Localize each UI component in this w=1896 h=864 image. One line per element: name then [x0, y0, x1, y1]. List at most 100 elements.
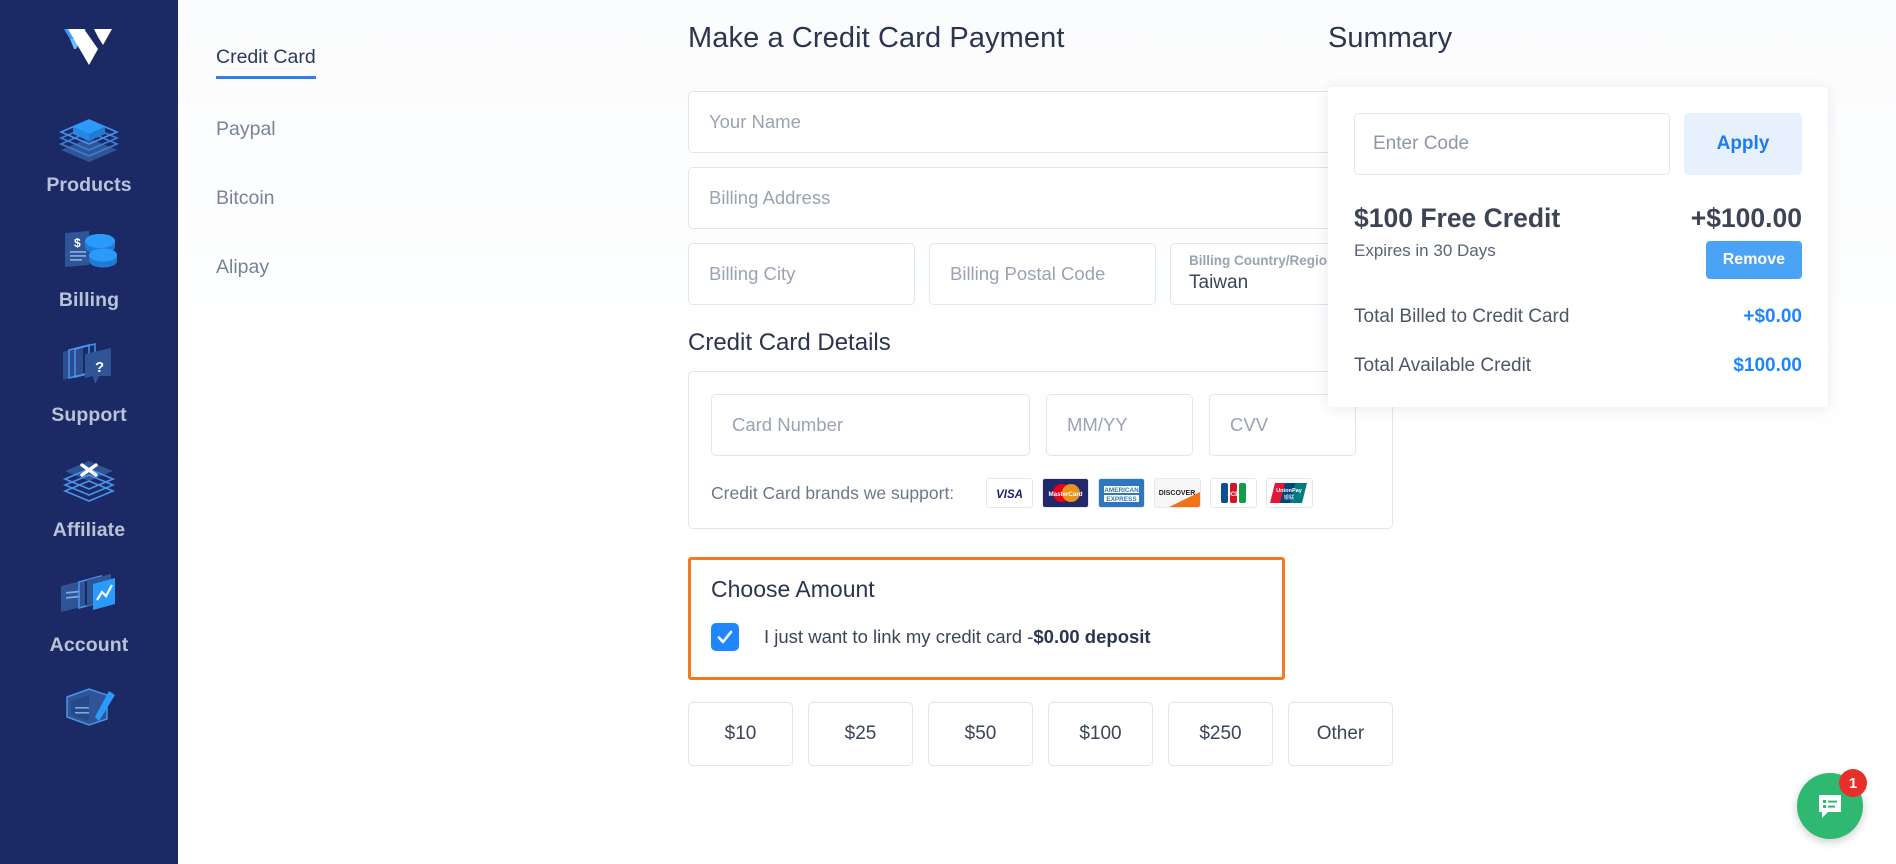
tab-credit-card[interactable]: Credit Card	[216, 46, 406, 118]
sidebar-item-billing[interactable]: $ Billing	[0, 207, 178, 322]
amount-button[interactable]: $250	[1168, 702, 1273, 766]
link-card-checkbox[interactable]	[711, 623, 739, 651]
invoice-coins-icon: $	[53, 221, 125, 281]
apply-button[interactable]: Apply	[1684, 113, 1802, 175]
amount-button[interactable]: $100	[1048, 702, 1153, 766]
billing-city-input[interactable]: Billing City	[688, 243, 915, 305]
promo-code-placeholder: Enter Code	[1373, 133, 1470, 154]
sidebar-item-docs[interactable]	[0, 667, 178, 751]
expiry-placeholder: MM/YY	[1067, 414, 1128, 435]
discover-icon: DISCOVER	[1154, 478, 1202, 508]
sidebar-item-account[interactable]: Account	[0, 552, 178, 667]
promo-code-row: Enter Code Apply	[1354, 113, 1802, 175]
total-available-label: Total Available Credit	[1354, 355, 1532, 376]
tab-label: Bitcoin	[216, 187, 275, 209]
credit-expiry: Expires in 30 Days	[1354, 241, 1496, 260]
sidebar-item-label: Account	[49, 634, 129, 656]
total-available-value: $100.00	[1733, 355, 1802, 376]
address-placeholder: Billing Address	[709, 187, 831, 208]
sidebar: Products $ Billing ? Support Affiliate A…	[0, 0, 178, 864]
unionpay-icon: UnionPay 银联	[1266, 478, 1314, 508]
amount-label: $25	[844, 723, 877, 744]
amex-icon: AMERICAN EXPRESS	[1098, 478, 1146, 508]
amount-button-other[interactable]: Other	[1288, 702, 1393, 766]
payment-form: Make a Credit Card Payment Your Name Bil…	[688, 22, 1393, 766]
brand-logo-list: VISA MasterCard AMERICAN EXPRESS DISCOVE…	[986, 478, 1314, 508]
promo-code-input[interactable]: Enter Code	[1354, 113, 1670, 175]
sidebar-item-label: Billing	[58, 289, 120, 311]
supported-brands-row: Credit Card brands we support: VISA Mast…	[711, 478, 1370, 508]
remove-label: Remove	[1722, 251, 1785, 268]
credit-header: $100 Free Credit +$100.00	[1354, 203, 1802, 234]
book-pen-icon	[53, 673, 125, 733]
sidebar-item-support[interactable]: ? Support	[0, 322, 178, 437]
tab-paypal[interactable]: Paypal	[216, 118, 406, 187]
sidebar-logo[interactable]	[0, 0, 178, 92]
svg-text:JCB: JCB	[1228, 492, 1241, 498]
chat-unread-badge: 1	[1839, 769, 1867, 797]
sidebar-item-label: Support	[51, 404, 127, 426]
svg-text:DISCOVER: DISCOVER	[1159, 490, 1196, 497]
tab-label: Alipay	[216, 256, 270, 278]
svg-text:UnionPay: UnionPay	[1276, 488, 1303, 494]
cards-chart-icon	[53, 566, 125, 626]
name-placeholder: Your Name	[709, 111, 801, 132]
svg-text:MasterCard: MasterCard	[1049, 491, 1083, 498]
total-available-row: Total Available Credit $100.00	[1354, 355, 1802, 377]
amount-label: $250	[1199, 723, 1242, 744]
amount-label: $100	[1079, 723, 1122, 744]
remove-credit-button[interactable]: Remove	[1705, 241, 1802, 279]
amount-button[interactable]: $10	[688, 702, 793, 766]
svg-text:EXPRESS: EXPRESS	[1107, 496, 1138, 503]
payment-method-list: Credit Card Paypal Bitcoin Alipay	[216, 46, 406, 325]
brands-label: Credit Card brands we support:	[711, 482, 955, 503]
total-billed-value: +$0.00	[1743, 306, 1802, 327]
page-root: Products $ Billing ? Support Affiliate A…	[0, 0, 1896, 864]
main-content: Credit Card Paypal Bitcoin Alipay Make a…	[178, 0, 1896, 864]
amount-label: $50	[964, 723, 997, 744]
sidebar-item-label: Products	[46, 174, 132, 196]
check-icon	[717, 630, 733, 644]
credit-name: $100 Free Credit	[1354, 203, 1561, 233]
svg-text:AMERICAN: AMERICAN	[1104, 487, 1139, 494]
amount-button[interactable]: $50	[928, 702, 1033, 766]
layers-cube-icon	[53, 106, 125, 166]
tab-label: Credit Card	[216, 46, 316, 79]
summary-panel: Summary Enter Code Apply $100 Free Credi…	[1328, 22, 1848, 407]
question-cards-icon: ?	[53, 336, 125, 396]
link-card-label: I just want to link my credit card -$0.0…	[764, 626, 1151, 648]
visa-icon: VISA	[986, 478, 1034, 508]
chat-widget-button[interactable]: 1	[1797, 769, 1867, 839]
vultr-logo-icon	[64, 29, 112, 65]
name-input[interactable]: Your Name	[688, 91, 1393, 153]
jcb-icon: JCB	[1210, 478, 1258, 508]
mastercard-icon: MasterCard	[1042, 478, 1090, 508]
sidebar-item-affiliate[interactable]: Affiliate	[0, 437, 178, 552]
billing-address-input[interactable]: Billing Address	[688, 167, 1393, 229]
page-title: Make a Credit Card Payment	[688, 22, 1065, 54]
summary-card: Enter Code Apply $100 Free Credit +$100.…	[1328, 87, 1828, 407]
amount-options: $10 $25 $50 $100 $250 Other	[688, 702, 1393, 766]
svg-text:?: ?	[95, 359, 104, 376]
summary-title: Summary	[1328, 22, 1453, 54]
tab-bitcoin[interactable]: Bitcoin	[216, 187, 406, 256]
card-number-input[interactable]: Card Number	[711, 394, 1030, 456]
apply-label: Apply	[1716, 133, 1770, 154]
amount-button[interactable]: $25	[808, 702, 913, 766]
card-expiry-input[interactable]: MM/YY	[1046, 394, 1193, 456]
total-billed-label: Total Billed to Credit Card	[1354, 306, 1570, 327]
layers-x-icon	[53, 451, 125, 511]
tab-label: Paypal	[216, 118, 276, 140]
credit-card-details-box: Card Number MM/YY CVV Credit Card brands…	[688, 371, 1393, 529]
credit-subrow: Expires in 30 Days Remove	[1354, 241, 1802, 279]
billing-postal-input[interactable]: Billing Postal Code	[929, 243, 1156, 305]
amount-label: $10	[724, 723, 757, 744]
cvv-placeholder: CVV	[1230, 414, 1269, 435]
city-placeholder: Billing City	[709, 263, 796, 284]
link-card-checkbox-row: I just want to link my credit card -$0.0…	[711, 623, 1262, 651]
amount-label: Other	[1316, 723, 1365, 744]
tab-alipay[interactable]: Alipay	[216, 256, 406, 325]
card-section-title: Credit Card Details	[688, 329, 891, 356]
chat-bubble-icon	[1819, 795, 1841, 818]
sidebar-item-products[interactable]: Products	[0, 92, 178, 207]
